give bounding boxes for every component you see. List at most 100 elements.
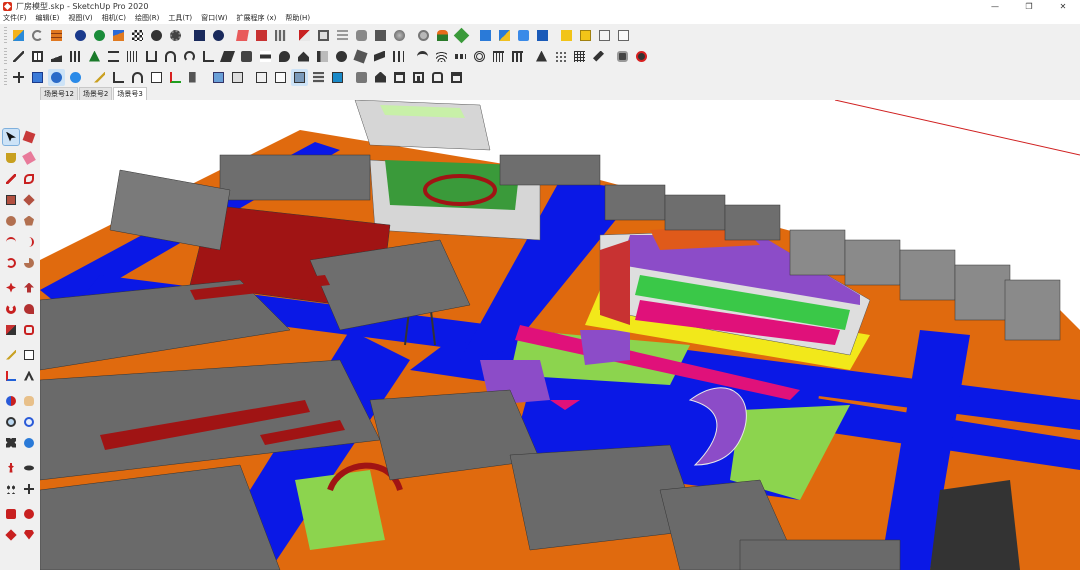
pan-tool[interactable] [21, 393, 37, 409]
protractor-button[interactable] [129, 69, 146, 86]
look-around-tool[interactable] [21, 460, 37, 476]
style-hidden-line-button[interactable] [272, 69, 289, 86]
section-plane-tool[interactable] [21, 481, 37, 497]
3d-text-tool[interactable] [21, 368, 37, 384]
beam-tool-button[interactable] [314, 48, 331, 65]
roof-tool-button[interactable] [295, 48, 312, 65]
toolbar-gripper[interactable] [4, 27, 7, 43]
style-xray-button[interactable] [210, 69, 227, 86]
style-back-edges-button[interactable] [229, 69, 246, 86]
rotate-tool[interactable] [3, 301, 19, 317]
eraser-tool[interactable] [21, 150, 37, 166]
pillar-tool-button[interactable] [490, 48, 507, 65]
plugin-6-button[interactable] [334, 27, 351, 44]
plugin-9-button[interactable] [391, 27, 408, 44]
make-component-tool[interactable] [21, 129, 37, 145]
menu-file[interactable]: 文件(F) [3, 13, 27, 23]
window-tool-button[interactable] [29, 48, 46, 65]
circle-tool[interactable] [3, 213, 19, 229]
model-canvas[interactable] [40, 100, 1080, 570]
freehand-tool[interactable] [21, 171, 37, 187]
column-tool-button[interactable] [390, 48, 407, 65]
arch-tool-button[interactable] [162, 48, 179, 65]
tree-tool-button[interactable] [86, 48, 103, 65]
truss-tool-button[interactable] [143, 48, 160, 65]
minimize-button[interactable]: — [978, 0, 1012, 12]
house-5-button[interactable] [448, 69, 465, 86]
dots-tool-button[interactable] [552, 48, 569, 65]
push-pull-tool[interactable] [21, 280, 37, 296]
plugin-13-button[interactable] [477, 27, 494, 44]
plugin-18-button[interactable] [577, 27, 594, 44]
layout-tool[interactable] [3, 527, 19, 543]
plugin-12-button[interactable] [453, 27, 470, 44]
plugin-1-button[interactable] [234, 27, 251, 44]
position-camera-tool[interactable] [3, 460, 19, 476]
plugin-3-button[interactable] [272, 27, 289, 44]
move-axis-button[interactable] [10, 69, 27, 86]
menu-draw[interactable]: 绘图(R) [135, 13, 159, 23]
text-tool-button[interactable] [148, 69, 165, 86]
extension-manager-button[interactable] [167, 27, 184, 44]
menu-window[interactable]: 窗口(W) [201, 13, 227, 23]
grid-tool-button[interactable] [571, 48, 588, 65]
alert-tool-button[interactable] [633, 48, 650, 65]
scale-tool[interactable] [3, 322, 19, 338]
coil-tool-button[interactable] [471, 48, 488, 65]
plugin-16-button[interactable] [534, 27, 551, 44]
plugin-19-button[interactable] [596, 27, 613, 44]
three-point-arc-tool[interactable] [3, 255, 19, 271]
style-textured-button[interactable] [310, 69, 327, 86]
fence-tool-button[interactable] [124, 48, 141, 65]
3d-text-button[interactable] [186, 69, 203, 86]
tape-measure-tool[interactable] [3, 347, 19, 363]
shape-tool-button[interactable] [352, 48, 369, 65]
plugin-5-button[interactable] [315, 27, 332, 44]
plugin-11-button[interactable] [434, 27, 451, 44]
maximize-button[interactable]: ❐ [1012, 0, 1046, 12]
add-location-button[interactable] [72, 27, 89, 44]
paint-drop-button[interactable] [276, 48, 293, 65]
style-monochrome-button[interactable] [329, 69, 346, 86]
view-iso-button[interactable] [29, 69, 46, 86]
plugin-17-button[interactable] [558, 27, 575, 44]
camera-tool-button[interactable] [614, 48, 631, 65]
warehouse-3d-button[interactable] [353, 69, 370, 86]
plugin-15-button[interactable] [515, 27, 532, 44]
zoom-extents-tool[interactable] [3, 435, 19, 451]
toolbar-gripper-2[interactable] [4, 48, 7, 64]
style-wireframe-button[interactable] [253, 69, 270, 86]
pie-tool[interactable] [21, 255, 37, 271]
arc-tool[interactable] [3, 234, 19, 250]
follow-me-tool[interactable] [21, 301, 37, 317]
view-top-button[interactable] [48, 68, 65, 86]
paint-bucket-tool[interactable] [3, 150, 19, 166]
style-shaded-button[interactable] [291, 68, 308, 86]
terrain-button[interactable] [91, 27, 108, 44]
model-viewport[interactable] [40, 100, 1080, 570]
stair-tool-button[interactable] [10, 48, 27, 65]
select-tool[interactable] [2, 127, 20, 146]
cloud-button[interactable] [148, 27, 165, 44]
wave-tool-button[interactable] [433, 48, 450, 65]
line-tool[interactable] [3, 171, 19, 187]
triangle-tool-button[interactable] [533, 48, 550, 65]
railing-tool-button[interactable] [105, 48, 122, 65]
house-4-button[interactable] [429, 69, 446, 86]
dimension-tool[interactable] [21, 347, 37, 363]
house-2-button[interactable] [391, 69, 408, 86]
toolbar-gripper-3[interactable] [4, 69, 7, 85]
warehouse-button[interactable] [48, 27, 65, 44]
plank-tool-button[interactable] [219, 48, 236, 65]
polygon-tool[interactable] [21, 213, 37, 229]
plugin-20-button[interactable] [615, 27, 632, 44]
menu-extensions[interactable]: 扩展程序 (x) [236, 13, 276, 23]
refresh-button[interactable] [29, 27, 46, 44]
new-file-button[interactable] [10, 27, 27, 44]
tape-measure-button[interactable] [91, 69, 108, 86]
bend-tool-button[interactable] [200, 48, 217, 65]
colonnade-tool-button[interactable] [509, 48, 526, 65]
menu-edit[interactable]: 编辑(E) [36, 13, 60, 23]
extrude-tool-button[interactable] [238, 48, 255, 65]
extension-warehouse-tool[interactable] [21, 506, 37, 522]
